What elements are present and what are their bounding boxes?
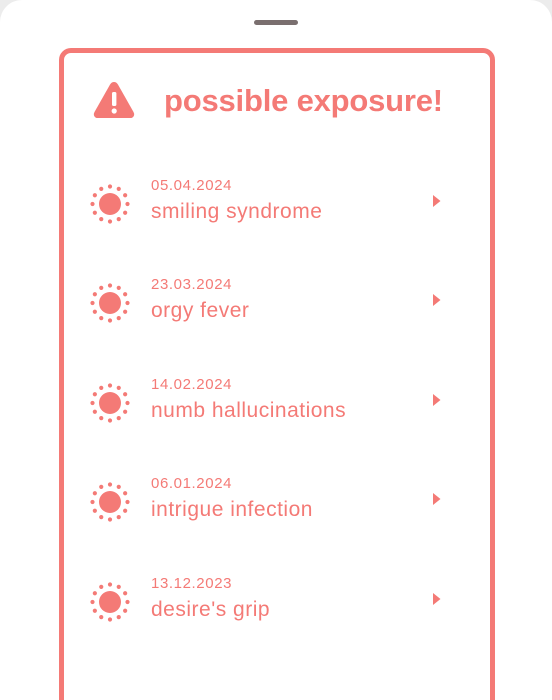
exposure-name: orgy fever [151,299,250,322]
chevron-right-icon [433,294,441,306]
virus-icon [90,383,130,423]
exposure-list-item[interactable]: 23.03.2024 orgy fever [64,268,490,340]
virus-icon [90,582,130,622]
exposure-date: 06.01.2024 [151,475,233,492]
chevron-right-icon [433,394,441,406]
virus-icon [90,184,130,224]
chevron-right-icon [433,593,441,605]
chevron-right-icon [433,195,441,207]
chevron-right-icon [433,493,441,505]
virus-icon [90,283,130,323]
exposure-name: smiling syndrome [151,200,323,223]
exposure-list-item[interactable]: 06.01.2024 intrigue infection [64,467,490,539]
exposure-list-item[interactable]: 05.04.2024 smiling syndrome [64,169,490,241]
bottom-sheet: possible exposure! 05.04.2024 smiling sy… [0,0,552,700]
exposure-card: possible exposure! 05.04.2024 smiling sy… [59,48,495,700]
exposure-date: 05.04.2024 [151,177,233,194]
sheet-grab-handle[interactable] [254,20,298,25]
exposure-date: 13.12.2023 [151,575,233,592]
exposure-name: intrigue infection [151,498,313,521]
warning-triangle-icon [93,82,135,118]
virus-icon [90,482,130,522]
exposure-list-item[interactable]: 13.12.2023 desire's grip [64,567,490,639]
exposure-date: 14.02.2024 [151,376,233,393]
exposure-name: numb hallucinations [151,399,347,422]
exposure-name: desire's grip [151,598,271,621]
card-header: possible exposure! [64,53,490,153]
exposure-list-item[interactable]: 14.02.2024 numb hallucinations [64,368,490,440]
page-title: possible exposure! [164,83,443,118]
exposure-date: 23.03.2024 [151,276,233,293]
